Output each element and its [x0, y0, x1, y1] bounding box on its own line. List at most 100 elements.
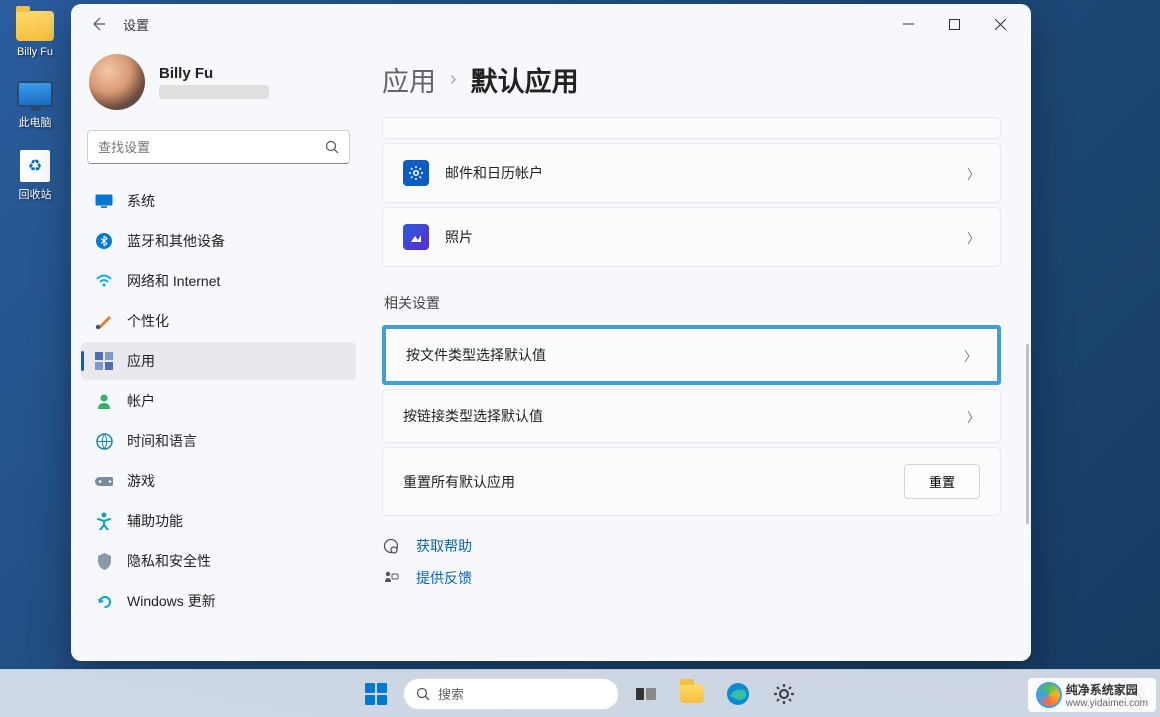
card-photos[interactable]: 照片 〉: [382, 207, 1001, 267]
close-button[interactable]: [977, 8, 1023, 40]
desktop-recycle-bin[interactable]: 回收站: [1, 148, 69, 202]
watermark-text: 纯净系统家园: [1066, 681, 1148, 698]
card-reset-defaults: 重置所有默认应用 重置: [382, 447, 1001, 516]
profile-email-redacted: [159, 85, 269, 99]
gamepad-icon: [95, 472, 113, 490]
update-icon: [95, 592, 113, 610]
brush-icon: [95, 312, 113, 330]
nav-label: 蓝牙和其他设备: [127, 231, 225, 251]
chevron-right-icon: 〉: [967, 164, 980, 183]
sidebar: Billy Fu 系统 蓝牙和其他设备 网络和 Internet 个性化 应用 …: [71, 44, 366, 661]
footer-links: 获取帮助 提供反馈: [382, 536, 1001, 588]
folder-icon: [16, 11, 54, 41]
empty-card: [382, 117, 1001, 139]
sidebar-item-personalization[interactable]: 个性化: [81, 302, 356, 340]
card-mail[interactable]: 邮件和日历帐户 〉: [382, 143, 1001, 203]
sidebar-item-network[interactable]: 网络和 Internet: [81, 262, 356, 300]
taskbar-explorer[interactable]: [673, 675, 711, 713]
sidebar-item-gaming[interactable]: 游戏: [81, 462, 356, 500]
arrow-left-icon: [90, 16, 106, 32]
sidebar-item-accessibility[interactable]: 辅助功能: [81, 502, 356, 540]
nav-label: 个性化: [127, 311, 169, 331]
accessibility-icon: [95, 512, 113, 530]
breadcrumb: 应用 › 默认应用: [382, 60, 1001, 99]
close-icon: [995, 19, 1006, 30]
nav-label: 游戏: [127, 471, 155, 491]
card-label: 重置所有默认应用: [403, 472, 888, 492]
sidebar-item-update[interactable]: Windows 更新: [81, 582, 356, 620]
titlebar: 设置: [71, 4, 1031, 44]
bluetooth-icon: [95, 232, 113, 250]
monitor-icon: [17, 81, 53, 107]
nav-label: 网络和 Internet: [127, 271, 220, 291]
maximize-icon: [949, 19, 960, 30]
sidebar-item-apps[interactable]: 应用: [81, 342, 356, 380]
nav-label: 系统: [127, 191, 155, 211]
footer-link-label: 提供反馈: [416, 568, 472, 588]
reset-button[interactable]: 重置: [904, 464, 980, 499]
start-button[interactable]: [357, 675, 395, 713]
system-icon: [95, 192, 113, 210]
taskbar-search-placeholder: 搜索: [438, 684, 464, 703]
edge-icon: [726, 682, 750, 706]
folder-icon: [680, 684, 704, 703]
scrollbar-thumb[interactable]: [1026, 344, 1029, 524]
chevron-right-icon: 〉: [967, 228, 980, 247]
taskbar: 搜索 ˄ 英: [0, 669, 1160, 717]
profile[interactable]: Billy Fu: [81, 44, 356, 126]
person-icon: [95, 392, 113, 410]
watermark: 纯净系统家园 www.yidaimei.com: [1028, 678, 1156, 712]
desktop-this-pc[interactable]: 此电脑: [1, 76, 69, 130]
card-by-file-type[interactable]: 按文件类型选择默认值 〉: [386, 329, 997, 381]
link-get-help[interactable]: 获取帮助: [382, 536, 1001, 556]
profile-name: Billy Fu: [159, 65, 269, 82]
search-icon: [416, 687, 430, 701]
feedback-icon: [382, 569, 400, 587]
chevron-right-icon: 〉: [967, 407, 980, 426]
settings-window: 设置 Billy Fu 系统 蓝牙和其他设备 网络和: [71, 4, 1031, 661]
desktop: Billy Fu 此电脑 回收站: [0, 0, 70, 717]
nav-label: 应用: [127, 351, 155, 371]
desktop-icon-label: 回收站: [19, 186, 52, 202]
search-icon[interactable]: [315, 140, 349, 154]
sidebar-item-privacy[interactable]: 隐私和安全性: [81, 542, 356, 580]
nav-label: 隐私和安全性: [127, 551, 211, 571]
nav: 系统 蓝牙和其他设备 网络和 Internet 个性化 应用 帐户 时间和语言 …: [81, 182, 356, 620]
gear-icon: [772, 682, 796, 706]
globe-clock-icon: [95, 432, 113, 450]
back-button[interactable]: [79, 5, 117, 43]
sidebar-item-system[interactable]: 系统: [81, 182, 356, 220]
card-by-link-type[interactable]: 按链接类型选择默认值 〉: [382, 389, 1001, 443]
minimize-button[interactable]: [885, 8, 931, 40]
card-label: 按链接类型选择默认值: [403, 406, 951, 426]
search-input[interactable]: [88, 140, 315, 155]
page-title: 默认应用: [471, 60, 579, 99]
sidebar-item-accounts[interactable]: 帐户: [81, 382, 356, 420]
search-box[interactable]: [87, 130, 350, 164]
taskbar-search[interactable]: 搜索: [403, 678, 619, 710]
photos-icon: [403, 224, 429, 250]
breadcrumb-parent[interactable]: 应用: [382, 60, 436, 99]
nav-label: 时间和语言: [127, 431, 197, 451]
card-label: 按文件类型选择默认值: [406, 345, 948, 365]
minimize-icon: [903, 19, 914, 30]
window-title: 设置: [123, 15, 149, 34]
taskbar-settings[interactable]: [765, 675, 803, 713]
task-view-button[interactable]: [627, 675, 665, 713]
taskview-icon: [636, 686, 656, 702]
desktop-icon-label: 此电脑: [19, 114, 52, 130]
maximize-button[interactable]: [931, 8, 977, 40]
chevron-right-icon: 〉: [964, 346, 977, 365]
content: 应用 › 默认应用 邮件和日历帐户 〉 照片 〉 相关设置: [366, 44, 1031, 661]
nav-label: 帐户: [127, 391, 155, 411]
nav-label: Windows 更新: [127, 591, 216, 611]
highlight-box: 按文件类型选择默认值 〉: [382, 325, 1001, 385]
desktop-folder-billyfu[interactable]: Billy Fu: [1, 8, 69, 58]
link-feedback[interactable]: 提供反馈: [382, 568, 1001, 588]
watermark-logo-icon: [1036, 682, 1062, 708]
taskbar-edge[interactable]: [719, 675, 757, 713]
gear-icon: [403, 160, 429, 186]
sidebar-item-bluetooth[interactable]: 蓝牙和其他设备: [81, 222, 356, 260]
sidebar-item-time[interactable]: 时间和语言: [81, 422, 356, 460]
chevron-right-icon: ›: [450, 68, 457, 91]
